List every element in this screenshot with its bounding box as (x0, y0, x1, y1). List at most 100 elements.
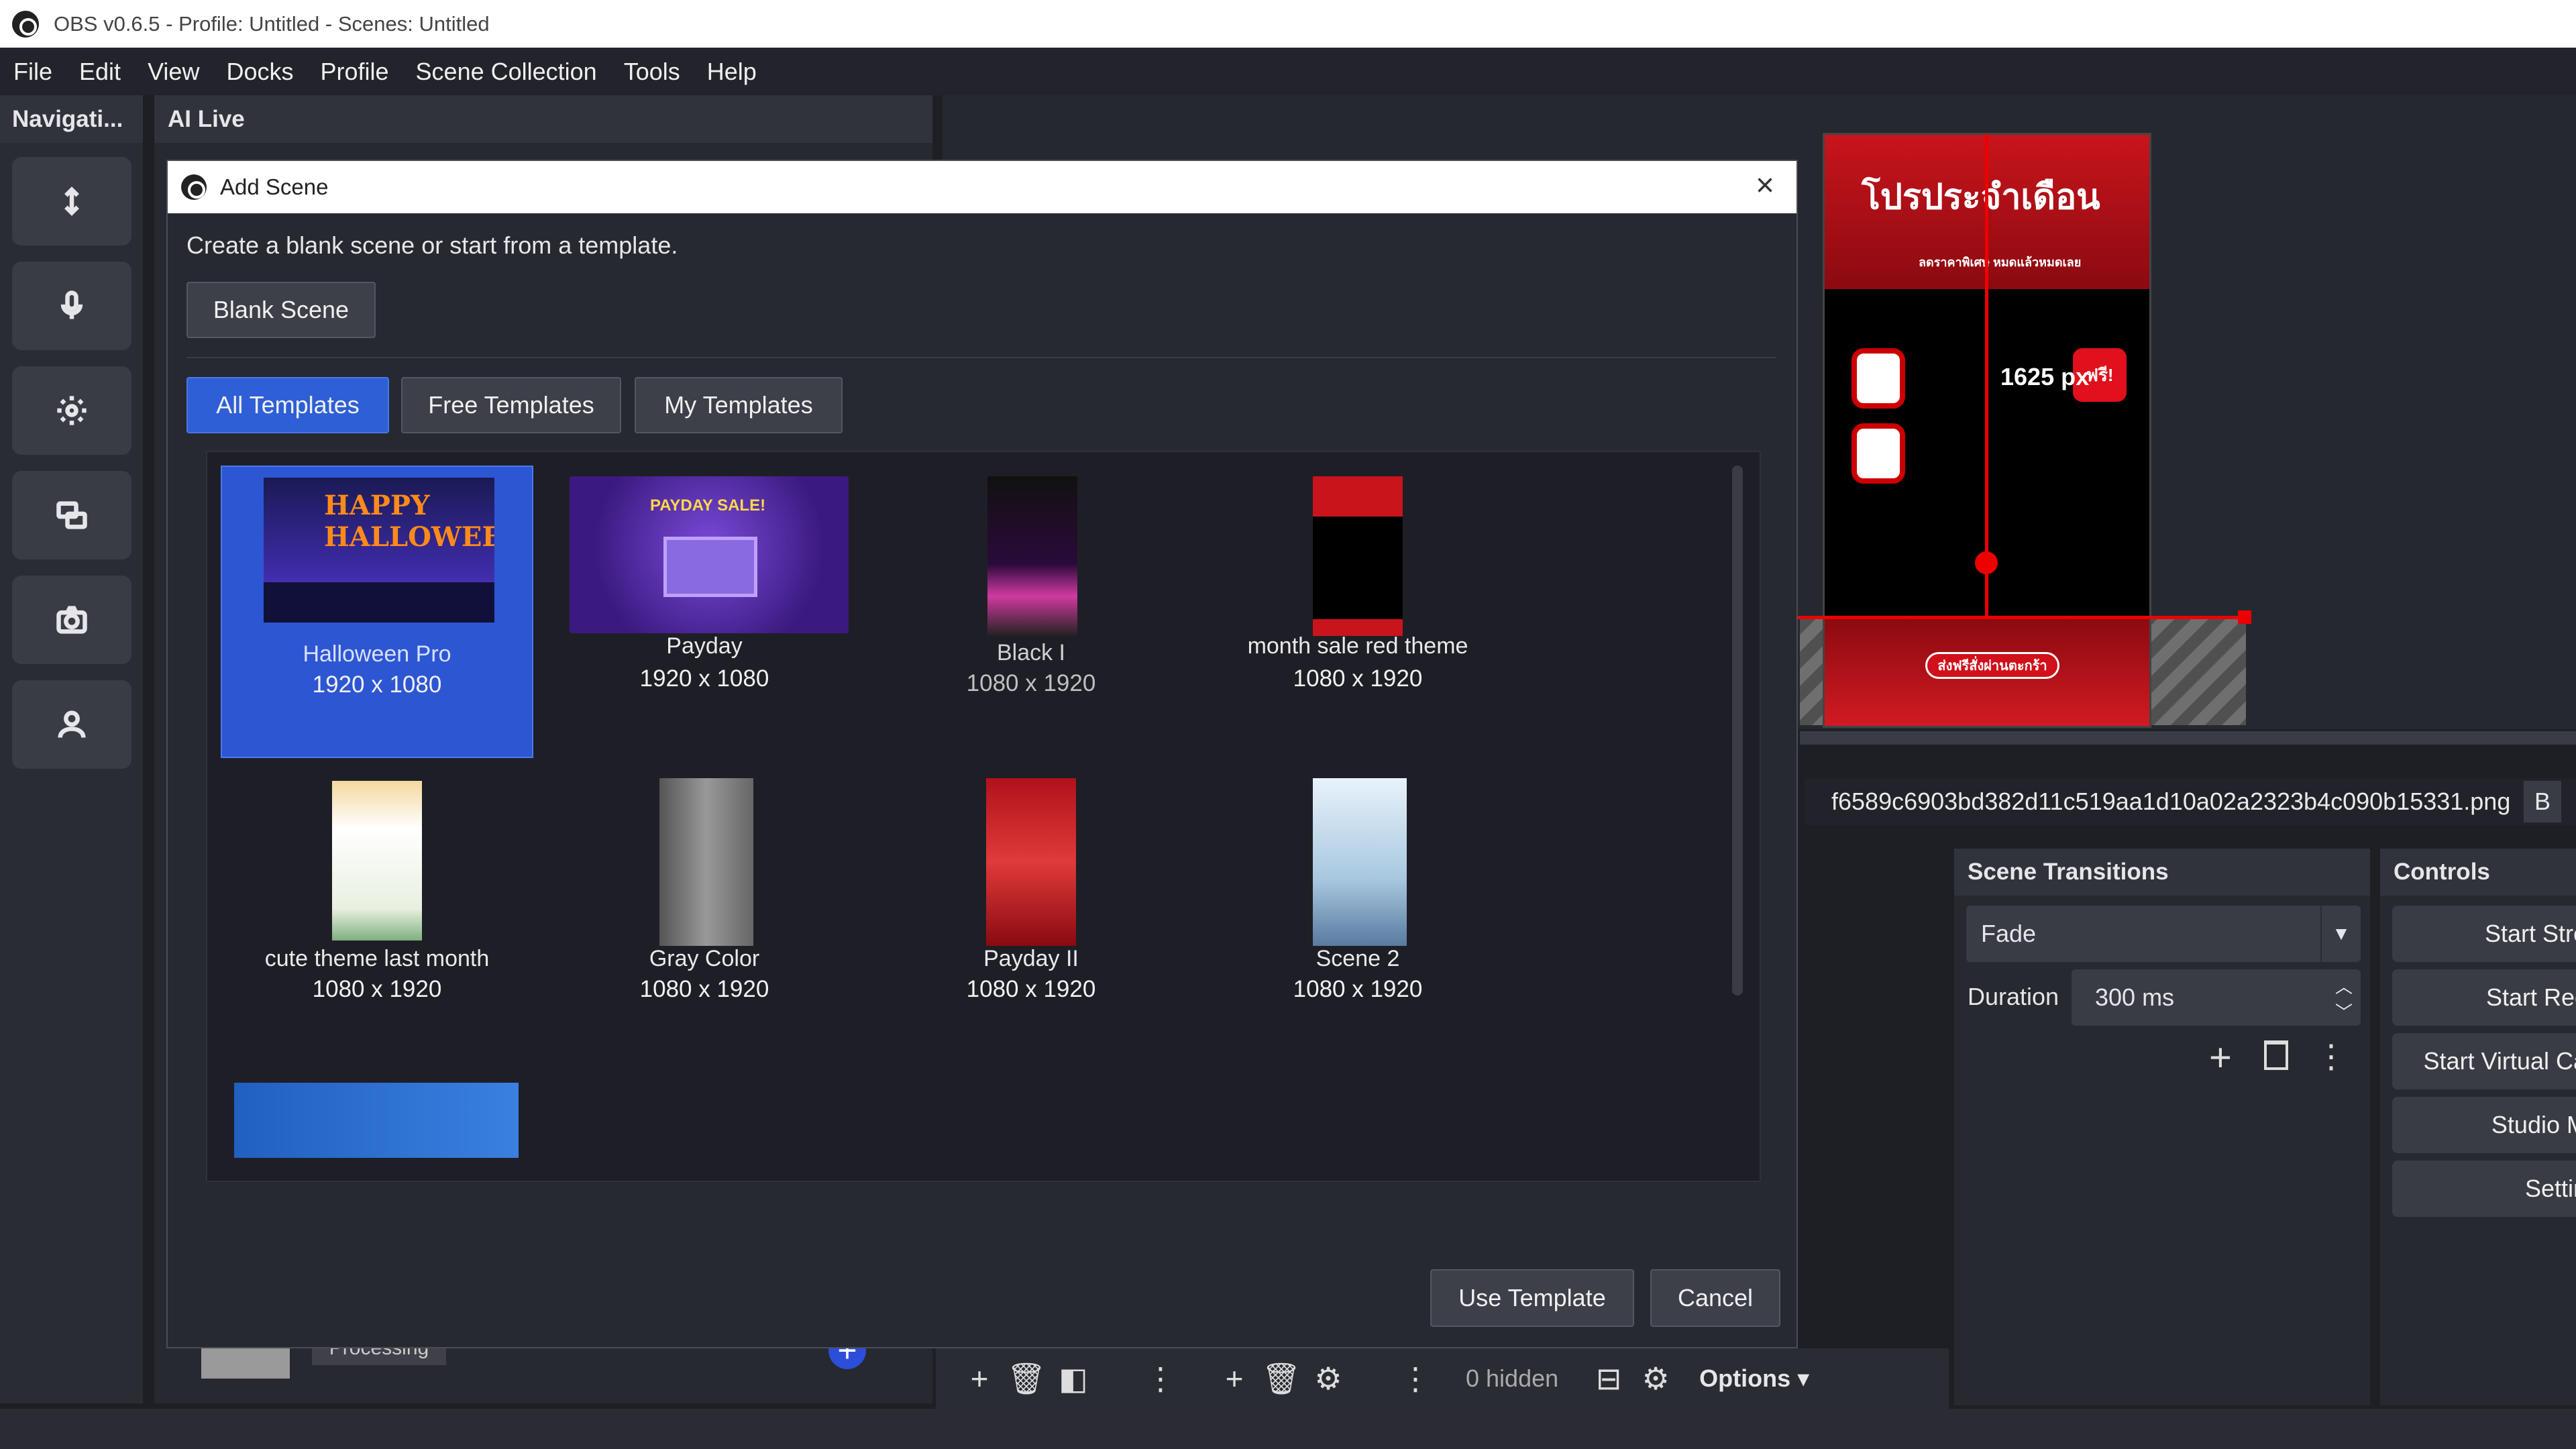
nav-move-button[interactable] (12, 157, 131, 246)
nav-scenes-button[interactable] (12, 471, 131, 559)
tab-my-templates[interactable]: My Templates (635, 377, 843, 433)
template-card[interactable]: Payday II 1080 x 1920 (875, 771, 1187, 1064)
source-settings-icon[interactable]: ⚙ (1305, 1355, 1352, 1402)
divider (186, 357, 1776, 358)
template-name: cute theme last month (264, 946, 490, 971)
transition-select[interactable]: Fade ▼ (1966, 906, 2361, 962)
add-scene-dialog: Add Scene × Create a blank scene or star… (166, 160, 1798, 1348)
template-scrollbar[interactable] (1732, 466, 1743, 996)
add-source-icon[interactable]: + (1211, 1355, 1258, 1402)
thumbnail-header (1313, 476, 1403, 517)
start-streaming-button[interactable]: Start Stre (2392, 906, 2576, 962)
duration-value: 300 ms (2095, 983, 2175, 1011)
menu-file[interactable]: File (0, 58, 66, 86)
scene-menu-icon[interactable]: ⋮ (1137, 1355, 1184, 1402)
thumbnail-text: PAYDAY SALE! (650, 496, 766, 515)
navigation-title: Navigati... (0, 95, 143, 143)
source-menu-icon[interactable]: ⋮ (1392, 1355, 1439, 1402)
start-virtual-camera-button[interactable]: Start Virtual Ca (2392, 1033, 2576, 1089)
guide-handle[interactable] (1975, 551, 1998, 574)
controls-title: Controls (2380, 849, 2576, 896)
banner-subtext: ลดราคาพิเศษ หมดแล้วหมดเลย (1919, 256, 2082, 269)
template-name: Payday II (983, 946, 1079, 971)
settings-button[interactable]: Settin (2392, 1161, 2576, 1217)
add-scene-icon[interactable]: + (956, 1355, 1003, 1402)
start-recording-button[interactable]: Start Rec (2392, 969, 2576, 1026)
add-transition-icon[interactable]: + (2209, 1035, 2232, 1080)
move-icon (64, 186, 79, 216)
template-name: Scene 2 (1316, 946, 1400, 971)
ai-live-title: AI Live (154, 95, 932, 143)
template-card[interactable]: Scene 2 1080 x 1920 (1201, 771, 1514, 1064)
nav-camera-button[interactable] (12, 576, 131, 664)
scene-transitions-dock: Scene Transitions Fade ▼ Duration 300 ms… (1954, 849, 2370, 1405)
microphone-icon (60, 290, 83, 319)
menu-view[interactable]: View (134, 58, 213, 86)
tab-all-templates[interactable]: All Templates (186, 377, 389, 433)
blank-scene-button[interactable]: Blank Scene (186, 282, 376, 338)
transition-menu-icon[interactable]: ⋮ (2315, 1038, 2347, 1075)
chevron-down-icon[interactable]: ﹀ (2335, 999, 2353, 1024)
menu-edit[interactable]: Edit (66, 58, 134, 86)
duration-label: Duration (1968, 983, 2059, 1010)
template-size: 1080 x 1920 (966, 670, 1096, 696)
studio-mode-button[interactable]: Studio M (2392, 1097, 2576, 1153)
source-row[interactable]: f6589c6903bd382d11c519aa1d10a02a2323b4c0… (1805, 778, 2576, 825)
template-thumbnail[interactable] (234, 1083, 519, 1158)
user-icon (58, 710, 86, 738)
template-size: 1080 x 1920 (1293, 976, 1423, 1002)
transition-type: Fade (1981, 920, 2037, 947)
menu-scene-collection[interactable]: Scene Collection (402, 58, 610, 86)
duration-spinbox[interactable]: 300 ms ︿ ﹀ (2072, 969, 2361, 1026)
template-size: 1080 x 1920 (1293, 665, 1423, 692)
bottom-toolbar: + 🗑 ◧ ⋮ + 🗑 ⚙ ⋮ 0 hidden ⊟ ⚙ Options ▾ (936, 1348, 1949, 1409)
nav-audio-button[interactable] (12, 262, 131, 350)
gear-icon (57, 396, 87, 425)
template-card[interactable]: Black I 1080 x 1920 (875, 466, 1187, 758)
preview-scrollbar[interactable] (1800, 731, 2576, 745)
thumbnail-text: HAPPY HALLOWEEN (324, 490, 494, 553)
resize-handle[interactable] (2238, 610, 2251, 624)
template-thumbnail (332, 781, 422, 941)
filter-icon[interactable]: ◧ (1050, 1355, 1097, 1402)
delete-source-icon[interactable]: 🗑 (1258, 1355, 1305, 1402)
nav-user-button[interactable] (12, 680, 131, 769)
template-card[interactable]: Gray Color 1080 x 1920 (548, 771, 861, 1064)
template-name: Gray Color (649, 946, 760, 971)
template-card[interactable]: HAPPY HALLOWEEN Halloween Pro 1920 x 108… (221, 466, 533, 758)
menu-help[interactable]: Help (694, 58, 770, 86)
close-icon[interactable]: × (1751, 170, 1779, 202)
obs-logo-icon (12, 10, 39, 38)
controls-dock: Controls Start Stre Start Rec Start Virt… (2380, 849, 2576, 1405)
template-thumbnail (1313, 778, 1407, 946)
source-action-button[interactable]: B (2523, 781, 2561, 822)
delete-transition-icon[interactable] (2264, 1040, 2288, 1070)
layout-icon[interactable]: ⊟ (1585, 1355, 1632, 1402)
menu-tools[interactable]: Tools (610, 58, 694, 86)
tab-free-templates[interactable]: Free Templates (401, 377, 621, 433)
template-name: Black I (996, 640, 1066, 665)
template-size: 1080 x 1920 (312, 976, 442, 1002)
template-name: month sale red theme (1247, 633, 1468, 659)
scene-transitions-title: Scene Transitions (1954, 849, 2370, 896)
template-card[interactable]: cute theme last month 1080 x 1920 (221, 771, 533, 1064)
status-bar (0, 1409, 2576, 1449)
delete-scene-icon[interactable]: 🗑 (1003, 1355, 1050, 1402)
template-thumbnail (987, 476, 1077, 636)
chevron-up-icon[interactable]: ︿ (2335, 973, 2353, 998)
canvas-box-2 (1851, 423, 1905, 484)
menu-profile[interactable]: Profile (307, 58, 402, 86)
menu-docks[interactable]: Docks (213, 58, 307, 86)
options-dropdown[interactable]: Options ▾ (1699, 1364, 1809, 1393)
template-size: 1080 x 1920 (966, 976, 1096, 1002)
template-card[interactable]: month sale red theme 1080 x 1920 (1201, 466, 1514, 758)
template-card[interactable]: PAYDAY SALE! Payday 1920 x 1080 (548, 466, 861, 758)
scenes-icon (56, 501, 87, 529)
nav-settings-button[interactable] (12, 366, 131, 455)
cancel-button[interactable]: Cancel (1650, 1269, 1780, 1327)
canvas-box-1 (1851, 348, 1905, 409)
template-thumbnail (1313, 476, 1403, 636)
advanced-settings-icon[interactable]: ⚙ (1632, 1355, 1679, 1402)
use-template-button[interactable]: Use Template (1430, 1269, 1634, 1327)
banner-text: โปรประจำเดือน (1862, 178, 2100, 217)
